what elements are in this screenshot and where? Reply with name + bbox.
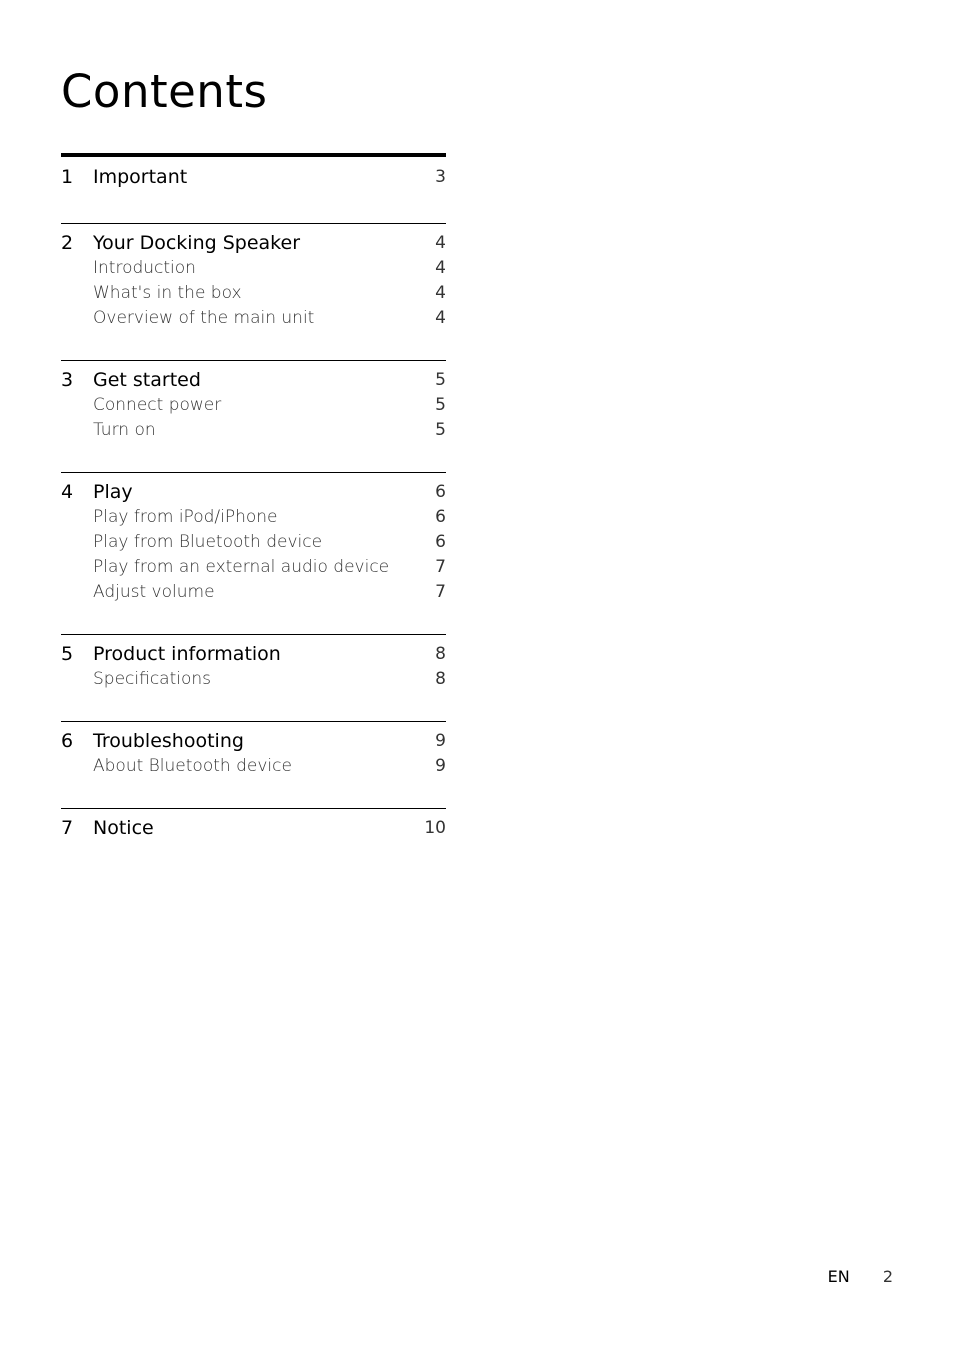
toc-subentry[interactable]: What's in the box 4 [61,281,446,306]
subsection-title[interactable]: Play from an external audio device [93,555,389,580]
section-number: 4 [61,481,74,503]
section-title[interactable]: Your Docking Speaker [93,231,300,256]
page-number: 4 [435,308,446,328]
subsection-title[interactable]: Specifications [93,667,211,692]
toc-entry[interactable]: 5 Product information 8 [61,642,446,667]
toc-section-troubleshooting: 6 Troubleshooting 9 About Bluetooth devi… [61,721,446,779]
toc-entry[interactable]: 2 Your Docking Speaker 4 [61,231,446,256]
page-number: 8 [435,669,446,689]
section-number: 1 [61,166,74,188]
section-title[interactable]: Get started [93,368,201,393]
section-title[interactable]: Notice [93,816,154,841]
toc-entry[interactable]: 7 Notice 10 [61,816,446,841]
language-code: EN [827,1267,850,1286]
toc-entry[interactable]: 6 Troubleshooting 9 [61,729,446,754]
subsection-title[interactable]: Play from Bluetooth device [93,530,322,555]
subsection-title[interactable]: Introduction [93,256,196,281]
footer-page-number: 2 [882,1267,893,1286]
page-number: 3 [435,167,446,187]
subsection-title[interactable]: What's in the box [93,281,242,306]
page-number: 8 [435,644,446,664]
page-number: 6 [435,532,446,552]
toc-section-notice: 7 Notice 10 [61,808,446,841]
page-number: 4 [435,283,446,303]
toc-section-play: 4 Play 6 Play from iPod/iPhone 6 Play fr… [61,472,446,605]
toc-subentry[interactable]: Overview of the main unit 4 [61,306,446,331]
toc-entry[interactable]: 4 Play 6 [61,480,446,505]
page-number: 9 [435,756,446,776]
toc-subentry[interactable]: Specifications 8 [61,667,446,692]
page-number: 6 [435,507,446,527]
page-number: 10 [424,818,446,838]
page-number: 5 [435,420,446,440]
subsection-title[interactable]: Overview of the main unit [93,306,314,331]
subsection-title[interactable]: Connect power [93,393,221,418]
section-number: 3 [61,369,74,391]
page-number: 7 [435,557,446,577]
section-title[interactable]: Important [93,165,187,190]
toc-subentry[interactable]: Play from an external audio device 7 [61,555,446,580]
page-number: 9 [435,731,446,751]
subsection-title[interactable]: Adjust volume [93,580,215,605]
page-title: Contents [61,65,268,118]
toc-entry[interactable]: 3 Get started 5 [61,368,446,393]
toc-section-important: 1 Important 3 [61,153,446,190]
page-number: 4 [435,233,446,253]
toc-subentry[interactable]: Turn on 5 [61,418,446,443]
page-number: 5 [435,370,446,390]
section-title[interactable]: Troubleshooting [93,729,244,754]
page-number: 5 [435,395,446,415]
toc-subentry[interactable]: About Bluetooth device 9 [61,754,446,779]
toc-section-product-information: 5 Product information 8 Specifications 8 [61,634,446,692]
subsection-title[interactable]: Play from iPod/iPhone [93,505,278,530]
toc-section-get-started: 3 Get started 5 Connect power 5 Turn on … [61,360,446,443]
section-number: 2 [61,232,74,254]
page-number: 6 [435,482,446,502]
section-number: 7 [61,817,74,839]
toc-subentry[interactable]: Adjust volume 7 [61,580,446,605]
toc-subentry[interactable]: Connect power 5 [61,393,446,418]
subsection-title[interactable]: About Bluetooth device [93,754,292,779]
section-title[interactable]: Play [93,480,133,505]
subsection-title[interactable]: Turn on [93,418,156,443]
section-number: 5 [61,643,74,665]
section-title[interactable]: Product information [93,642,281,667]
toc-entry[interactable]: 1 Important 3 [61,165,446,190]
page-footer: EN 2 [828,1266,893,1288]
toc-subentry[interactable]: Introduction 4 [61,256,446,281]
toc-section-your-docking-speaker: 2 Your Docking Speaker 4 Introduction 4 … [61,223,446,331]
page-number: 7 [435,582,446,602]
toc-subentry[interactable]: Play from iPod/iPhone 6 [61,505,446,530]
toc-subentry[interactable]: Play from Bluetooth device 6 [61,530,446,555]
section-number: 6 [61,730,74,752]
page-number: 4 [435,258,446,278]
